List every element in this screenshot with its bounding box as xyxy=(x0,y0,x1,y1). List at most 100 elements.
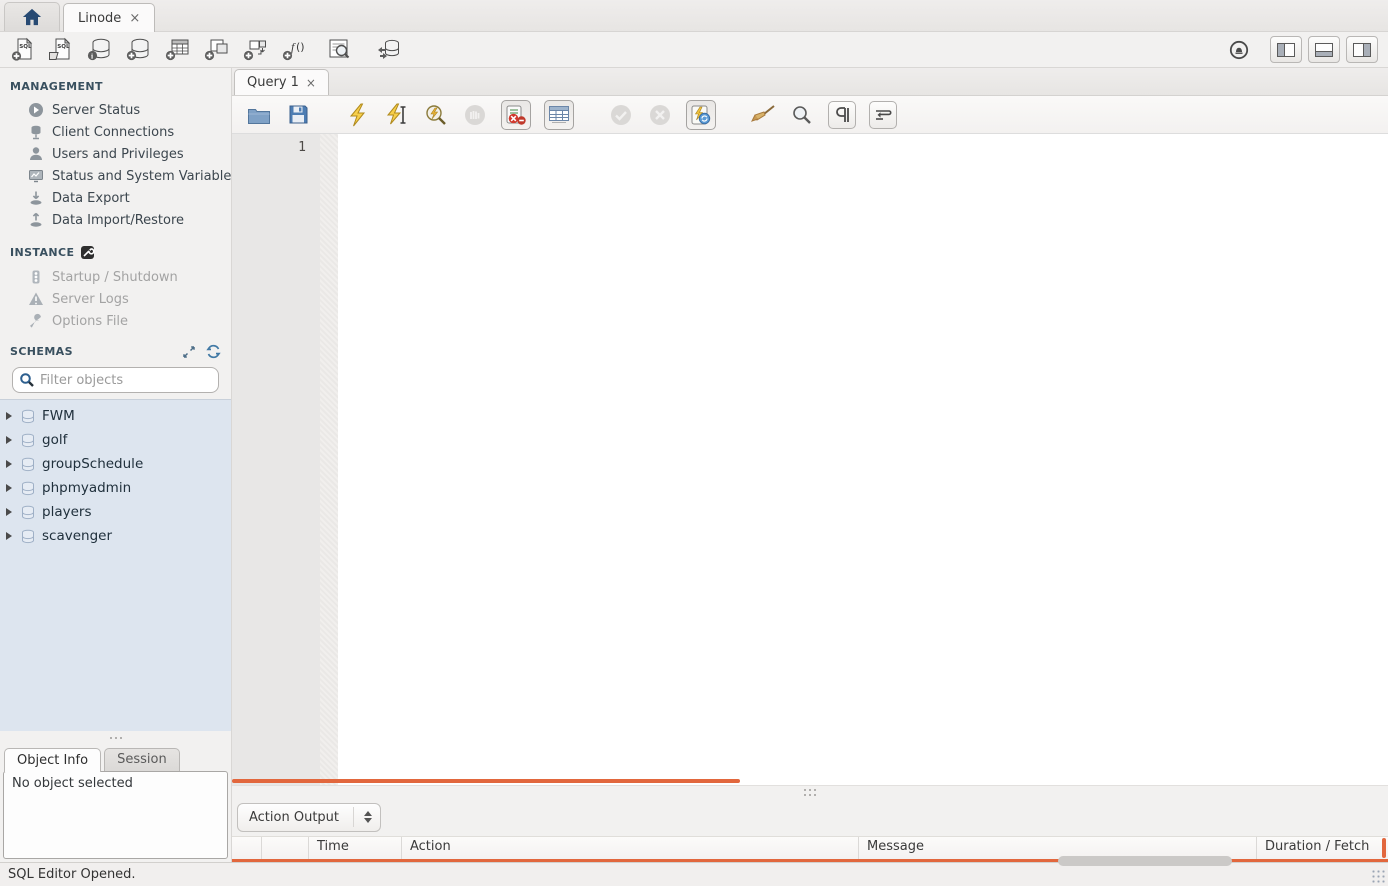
sidebar: MANAGEMENT Server Status Client Connecti… xyxy=(0,68,232,862)
line-number-gutter: 1 xyxy=(232,134,320,785)
output-col-duration[interactable]: Duration / Fetch xyxy=(1257,837,1388,859)
home-icon xyxy=(21,7,43,27)
startup-shutdown-icon xyxy=(28,269,44,285)
server-logs-icon xyxy=(28,291,44,307)
commit-button[interactable] xyxy=(608,102,634,128)
notification-icon[interactable] xyxy=(1228,39,1250,61)
output-vertical-scrollbar[interactable] xyxy=(1382,838,1386,858)
new-sql-tab-icon[interactable]: SQL xyxy=(10,36,37,63)
rollback-button[interactable] xyxy=(647,102,673,128)
filter-objects-input[interactable] xyxy=(40,373,212,388)
toggle-sidebar-button[interactable] xyxy=(1270,36,1302,63)
search-data-icon[interactable] xyxy=(326,36,354,63)
create-procedure-icon[interactable] xyxy=(242,36,270,63)
create-table-icon[interactable] xyxy=(164,36,192,63)
schema-row-players[interactable]: players xyxy=(0,500,231,524)
output-col-index[interactable] xyxy=(262,837,309,859)
search-icon xyxy=(19,372,35,388)
sql-editor-toolbar xyxy=(232,96,1388,134)
explain-plan-button[interactable] xyxy=(423,102,449,128)
sidebar-item-server-status[interactable]: Server Status xyxy=(10,99,231,121)
status-text: SQL Editor Opened. xyxy=(8,867,136,882)
expand-arrow-icon[interactable] xyxy=(6,532,12,540)
toggle-autocommit-button[interactable] xyxy=(686,100,716,130)
svg-text:i: i xyxy=(91,52,93,61)
sidebar-splitter[interactable] xyxy=(0,731,231,744)
create-view-icon[interactable] xyxy=(203,36,231,63)
find-button[interactable] xyxy=(789,102,815,128)
expand-arrow-icon[interactable] xyxy=(6,484,12,492)
schema-row-groupschedule[interactable]: groupSchedule xyxy=(0,452,231,476)
open-sql-script-icon[interactable]: SQL xyxy=(48,36,75,63)
user-icon xyxy=(28,146,44,162)
sidebar-item-startup-shutdown[interactable]: Startup / Shutdown xyxy=(10,266,231,288)
schema-icon xyxy=(20,481,36,496)
home-tab[interactable] xyxy=(4,2,60,31)
save-script-button[interactable] xyxy=(285,102,311,128)
output-col-time[interactable]: Time xyxy=(309,837,402,859)
sql-text-area[interactable] xyxy=(338,134,1388,785)
sidebar-item-data-export[interactable]: Data Export xyxy=(10,187,231,209)
schema-icon xyxy=(20,409,36,424)
schema-row-fwm[interactable]: FWM xyxy=(0,404,231,428)
create-schema-icon[interactable] xyxy=(125,36,153,63)
tab-query-1[interactable]: Query 1 × xyxy=(234,69,329,95)
output-view-label: Action Output xyxy=(249,810,339,825)
editor-output-splitter[interactable] xyxy=(232,785,1388,798)
toggle-invisible-characters-button[interactable] xyxy=(828,101,856,129)
schema-icon xyxy=(20,457,36,472)
sidebar-item-data-import[interactable]: Data Import/Restore xyxy=(10,209,231,231)
schema-inspector-icon[interactable]: i xyxy=(86,36,114,63)
window-resize-grip[interactable] xyxy=(1371,869,1385,883)
execute-current-statement-button[interactable] xyxy=(384,102,410,128)
close-icon[interactable]: × xyxy=(129,11,140,26)
sidebar-item-users-and-privileges[interactable]: Users and Privileges xyxy=(10,143,231,165)
output-panel: Action Output Time Action Message Durati… xyxy=(232,798,1388,862)
close-icon[interactable]: × xyxy=(306,76,316,90)
toggle-word-wrap-button[interactable] xyxy=(869,101,897,129)
stop-execution-button[interactable] xyxy=(462,102,488,128)
tab-object-info[interactable]: Object Info xyxy=(4,748,101,772)
toggle-secondary-sidebar-button[interactable] xyxy=(1346,36,1378,63)
mysql-workbench-window: Linode × SQL SQL i xyxy=(0,0,1388,886)
tab-session[interactable]: Session xyxy=(104,748,180,771)
sidebar-item-server-logs[interactable]: Server Logs xyxy=(10,288,231,310)
svg-text:SQL: SQL xyxy=(57,44,70,50)
open-sql-file-button[interactable] xyxy=(246,102,272,128)
expand-arrow-icon[interactable] xyxy=(6,460,12,468)
instance-wrench-badge-icon xyxy=(80,245,95,260)
beautify-script-button[interactable] xyxy=(750,102,776,128)
output-view-selector[interactable]: Action Output xyxy=(237,803,381,832)
sql-editor[interactable]: 1 xyxy=(232,134,1388,785)
execute-script-button[interactable] xyxy=(345,102,371,128)
refresh-schemas-icon[interactable] xyxy=(206,344,221,359)
reconnect-dbms-icon[interactable] xyxy=(375,36,403,63)
schema-row-scavenger[interactable]: scavenger xyxy=(0,524,231,548)
schemas-section-header: SCHEMAS xyxy=(10,345,182,358)
server-status-icon xyxy=(28,102,44,118)
data-import-icon xyxy=(28,212,44,228)
sidebar-item-client-connections[interactable]: Client Connections xyxy=(10,121,231,143)
expand-arrow-icon[interactable] xyxy=(6,436,12,444)
spinner-arrows-icon xyxy=(353,807,372,827)
editor-horizontal-scrollbar[interactable] xyxy=(232,779,740,783)
connection-tab-label: Linode xyxy=(78,11,121,26)
expand-schemas-icon[interactable] xyxy=(182,345,196,359)
sidebar-item-status-system-variables[interactable]: Status and System Variables xyxy=(10,165,231,187)
main-toolbar: SQL SQL i f() xyxy=(0,32,1388,68)
toggle-limit-rows-button[interactable] xyxy=(544,100,574,130)
schema-row-phpmyadmin[interactable]: phpmyadmin xyxy=(0,476,231,500)
output-scrollbar-thumb[interactable] xyxy=(1058,856,1232,866)
create-function-icon[interactable]: f() xyxy=(281,36,309,63)
main-area: Query 1 × xyxy=(232,68,1388,862)
schema-row-golf[interactable]: golf xyxy=(0,428,231,452)
sidebar-item-options-file[interactable]: Options File xyxy=(10,310,231,332)
toggle-output-panel-button[interactable] xyxy=(1308,36,1340,63)
expand-arrow-icon[interactable] xyxy=(6,412,12,420)
connection-tab-linode[interactable]: Linode × xyxy=(63,3,155,32)
output-col-status[interactable] xyxy=(232,837,262,859)
expand-arrow-icon[interactable] xyxy=(6,508,12,516)
output-col-action[interactable]: Action xyxy=(402,837,859,859)
filter-objects-box[interactable] xyxy=(12,367,219,393)
toggle-stop-on-error-button[interactable] xyxy=(501,100,531,130)
